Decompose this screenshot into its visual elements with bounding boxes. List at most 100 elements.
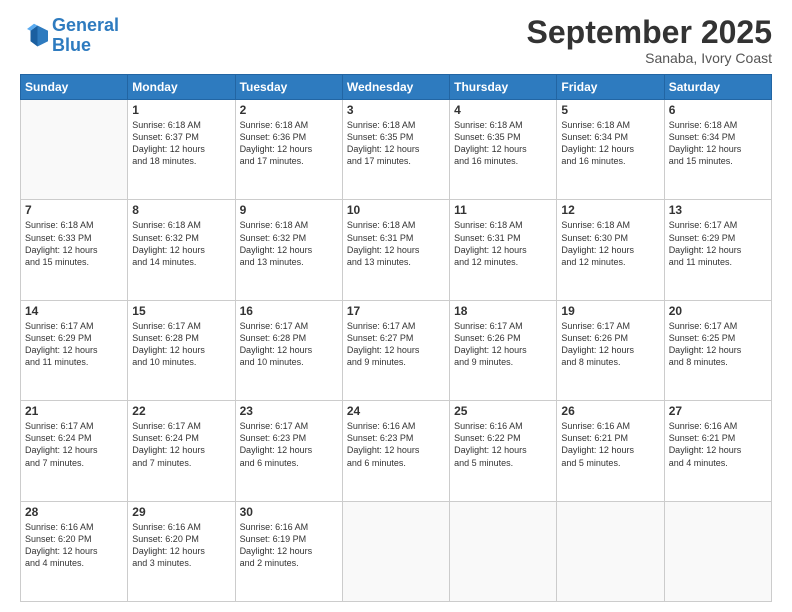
calendar-cell: 22Sunrise: 6:17 AM Sunset: 6:24 PM Dayli… xyxy=(128,401,235,501)
day-info: Sunrise: 6:17 AM Sunset: 6:26 PM Dayligh… xyxy=(454,320,552,369)
calendar-cell: 13Sunrise: 6:17 AM Sunset: 6:29 PM Dayli… xyxy=(664,200,771,300)
day-number: 7 xyxy=(25,203,123,217)
day-info: Sunrise: 6:18 AM Sunset: 6:31 PM Dayligh… xyxy=(347,219,445,268)
calendar-cell: 8Sunrise: 6:18 AM Sunset: 6:32 PM Daylig… xyxy=(128,200,235,300)
day-info: Sunrise: 6:18 AM Sunset: 6:35 PM Dayligh… xyxy=(347,119,445,168)
day-info: Sunrise: 6:16 AM Sunset: 6:19 PM Dayligh… xyxy=(240,521,338,570)
day-info: Sunrise: 6:18 AM Sunset: 6:36 PM Dayligh… xyxy=(240,119,338,168)
calendar-cell: 7 Sunrise: 6:18 AM Sunset: 6:33 PM Daylig… xyxy=(21,200,128,300)
calendar-cell: 25 Sunrise: 6:16 AM Sunset: 6:22 PM Dayli… xyxy=(450,401,557,501)
day-number: 23 xyxy=(240,404,338,418)
day-info: Sunrise: 6:18 AM Sunset: 6:37 PM Dayligh… xyxy=(132,119,230,168)
day-header-saturday: Saturday xyxy=(664,75,771,100)
day-info: Sunrise: 6:17 AM Sunset: 6:28 PM Dayligh… xyxy=(132,320,230,369)
calendar-cell: 16 Sunrise: 6:17 AM Sunset: 6:28 PM Dayli… xyxy=(235,300,342,400)
calendar-cell: 9 Sunrise: 6:18 AM Sunset: 6:32 PM Daylig… xyxy=(235,200,342,300)
day-info: Sunrise: 6:18 AM Sunset: 6:32 PM Dayligh… xyxy=(240,219,338,268)
day-info: Sunrise: 6:17 AM Sunset: 6:26 PM Dayligh… xyxy=(561,320,659,369)
day-info: Sunrise: 6:17 AM Sunset: 6:29 PM Dayligh… xyxy=(25,320,123,369)
day-info: Sunrise: 6:17 AM Sunset: 6:23 PM Dayligh… xyxy=(240,420,338,469)
calendar-cell xyxy=(21,100,128,200)
day-number: 9 xyxy=(240,203,338,217)
logo-blue: Blue xyxy=(52,35,91,55)
day-number: 3 xyxy=(347,103,445,117)
calendar-cell: 28Sunrise: 6:16 AM Sunset: 6:20 PM Dayli… xyxy=(21,501,128,601)
day-header-monday: Monday xyxy=(128,75,235,100)
day-number: 12 xyxy=(561,203,659,217)
day-number: 19 xyxy=(561,304,659,318)
calendar-cell: 6 Sunrise: 6:18 AM Sunset: 6:34 PM Daylig… xyxy=(664,100,771,200)
header: General Blue September 2025 Sanaba, Ivor… xyxy=(20,16,772,66)
calendar-table: SundayMondayTuesdayWednesdayThursdayFrid… xyxy=(20,74,772,602)
day-info: Sunrise: 6:16 AM Sunset: 6:21 PM Dayligh… xyxy=(561,420,659,469)
day-number: 1 xyxy=(132,103,230,117)
calendar-cell: 18 Sunrise: 6:17 AM Sunset: 6:26 PM Dayli… xyxy=(450,300,557,400)
calendar-cell: 21Sunrise: 6:17 AM Sunset: 6:24 PM Dayli… xyxy=(21,401,128,501)
day-number: 2 xyxy=(240,103,338,117)
calendar-cell: 15Sunrise: 6:17 AM Sunset: 6:28 PM Dayli… xyxy=(128,300,235,400)
title-block: September 2025 Sanaba, Ivory Coast xyxy=(527,16,772,66)
day-number: 17 xyxy=(347,304,445,318)
day-number: 11 xyxy=(454,203,552,217)
day-info: Sunrise: 6:16 AM Sunset: 6:22 PM Dayligh… xyxy=(454,420,552,469)
day-info: Sunrise: 6:17 AM Sunset: 6:24 PM Dayligh… xyxy=(132,420,230,469)
calendar-cell: 1 Sunrise: 6:18 AM Sunset: 6:37 PM Daylig… xyxy=(128,100,235,200)
day-info: Sunrise: 6:16 AM Sunset: 6:23 PM Dayligh… xyxy=(347,420,445,469)
week-row-3: 14 Sunrise: 6:17 AM Sunset: 6:29 PM Dayli… xyxy=(21,300,772,400)
calendar-cell: 19 Sunrise: 6:17 AM Sunset: 6:26 PM Dayli… xyxy=(557,300,664,400)
header-row: SundayMondayTuesdayWednesdayThursdayFrid… xyxy=(21,75,772,100)
day-header-thursday: Thursday xyxy=(450,75,557,100)
day-number: 30 xyxy=(240,505,338,519)
logo: General Blue xyxy=(20,16,119,56)
day-info: Sunrise: 6:17 AM Sunset: 6:29 PM Dayligh… xyxy=(669,219,767,268)
calendar-cell: 11 Sunrise: 6:18 AM Sunset: 6:31 PM Dayli… xyxy=(450,200,557,300)
calendar-cell: 3 Sunrise: 6:18 AM Sunset: 6:35 PM Daylig… xyxy=(342,100,449,200)
day-header-tuesday: Tuesday xyxy=(235,75,342,100)
logo-text: General Blue xyxy=(52,16,119,56)
calendar-cell: 14 Sunrise: 6:17 AM Sunset: 6:29 PM Dayli… xyxy=(21,300,128,400)
day-info: Sunrise: 6:18 AM Sunset: 6:30 PM Dayligh… xyxy=(561,219,659,268)
calendar-cell xyxy=(342,501,449,601)
day-info: Sunrise: 6:18 AM Sunset: 6:33 PM Dayligh… xyxy=(25,219,123,268)
calendar-cell: 4Sunrise: 6:18 AM Sunset: 6:35 PM Daylig… xyxy=(450,100,557,200)
calendar-cell: 12 Sunrise: 6:18 AM Sunset: 6:30 PM Dayli… xyxy=(557,200,664,300)
day-info: Sunrise: 6:18 AM Sunset: 6:31 PM Dayligh… xyxy=(454,219,552,268)
day-number: 20 xyxy=(669,304,767,318)
day-number: 4 xyxy=(454,103,552,117)
day-number: 5 xyxy=(561,103,659,117)
day-info: Sunrise: 6:17 AM Sunset: 6:25 PM Dayligh… xyxy=(669,320,767,369)
day-info: Sunrise: 6:17 AM Sunset: 6:24 PM Dayligh… xyxy=(25,420,123,469)
day-number: 10 xyxy=(347,203,445,217)
day-number: 25 xyxy=(454,404,552,418)
day-info: Sunrise: 6:17 AM Sunset: 6:28 PM Dayligh… xyxy=(240,320,338,369)
month-title: September 2025 xyxy=(527,16,772,48)
calendar-cell: 27Sunrise: 6:16 AM Sunset: 6:21 PM Dayli… xyxy=(664,401,771,501)
day-number: 26 xyxy=(561,404,659,418)
location: Sanaba, Ivory Coast xyxy=(527,50,772,66)
day-number: 6 xyxy=(669,103,767,117)
calendar-cell: 30 Sunrise: 6:16 AM Sunset: 6:19 PM Dayli… xyxy=(235,501,342,601)
day-number: 24 xyxy=(347,404,445,418)
day-number: 14 xyxy=(25,304,123,318)
day-info: Sunrise: 6:18 AM Sunset: 6:34 PM Dayligh… xyxy=(669,119,767,168)
week-row-4: 21Sunrise: 6:17 AM Sunset: 6:24 PM Dayli… xyxy=(21,401,772,501)
logo-icon xyxy=(20,22,48,50)
day-header-friday: Friday xyxy=(557,75,664,100)
calendar-cell: 20 Sunrise: 6:17 AM Sunset: 6:25 PM Dayli… xyxy=(664,300,771,400)
calendar-cell: 29Sunrise: 6:16 AM Sunset: 6:20 PM Dayli… xyxy=(128,501,235,601)
day-header-wednesday: Wednesday xyxy=(342,75,449,100)
calendar-cell: 5Sunrise: 6:18 AM Sunset: 6:34 PM Daylig… xyxy=(557,100,664,200)
week-row-2: 7 Sunrise: 6:18 AM Sunset: 6:33 PM Daylig… xyxy=(21,200,772,300)
calendar-cell xyxy=(664,501,771,601)
day-info: Sunrise: 6:16 AM Sunset: 6:20 PM Dayligh… xyxy=(132,521,230,570)
calendar-cell xyxy=(450,501,557,601)
day-number: 18 xyxy=(454,304,552,318)
logo-general: General xyxy=(52,15,119,35)
day-number: 8 xyxy=(132,203,230,217)
week-row-5: 28Sunrise: 6:16 AM Sunset: 6:20 PM Dayli… xyxy=(21,501,772,601)
calendar-cell: 2 Sunrise: 6:18 AM Sunset: 6:36 PM Daylig… xyxy=(235,100,342,200)
day-number: 16 xyxy=(240,304,338,318)
day-info: Sunrise: 6:17 AM Sunset: 6:27 PM Dayligh… xyxy=(347,320,445,369)
calendar-cell: 26 Sunrise: 6:16 AM Sunset: 6:21 PM Dayli… xyxy=(557,401,664,501)
calendar-cell: 23 Sunrise: 6:17 AM Sunset: 6:23 PM Dayli… xyxy=(235,401,342,501)
